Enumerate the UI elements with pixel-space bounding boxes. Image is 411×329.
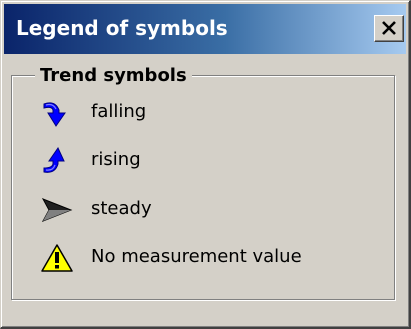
legend-dialog: Legend of symbols Trend symbols falling … (0, 0, 411, 329)
warning-icon (41, 244, 73, 272)
group-title: Trend symbols (35, 65, 192, 87)
steady-arrow-icon (41, 198, 73, 222)
falling-arrow-icon (43, 102, 66, 127)
legend-label: steady (91, 198, 152, 219)
legend-label: No measurement value (91, 246, 302, 267)
title-bar[interactable]: Legend of symbols (4, 4, 406, 54)
legend-item-rising: rising (41, 146, 361, 176)
legend-item-no-measurement: No measurement value (41, 243, 361, 273)
legend-label: falling (91, 101, 147, 122)
rising-arrow-icon (43, 146, 65, 173)
close-icon (382, 21, 396, 35)
legend-label: rising (91, 149, 141, 170)
close-button[interactable] (374, 15, 404, 42)
window-title: Legend of symbols (16, 16, 228, 40)
legend-item-steady: steady (41, 195, 361, 225)
legend-item-falling: falling (41, 98, 361, 128)
